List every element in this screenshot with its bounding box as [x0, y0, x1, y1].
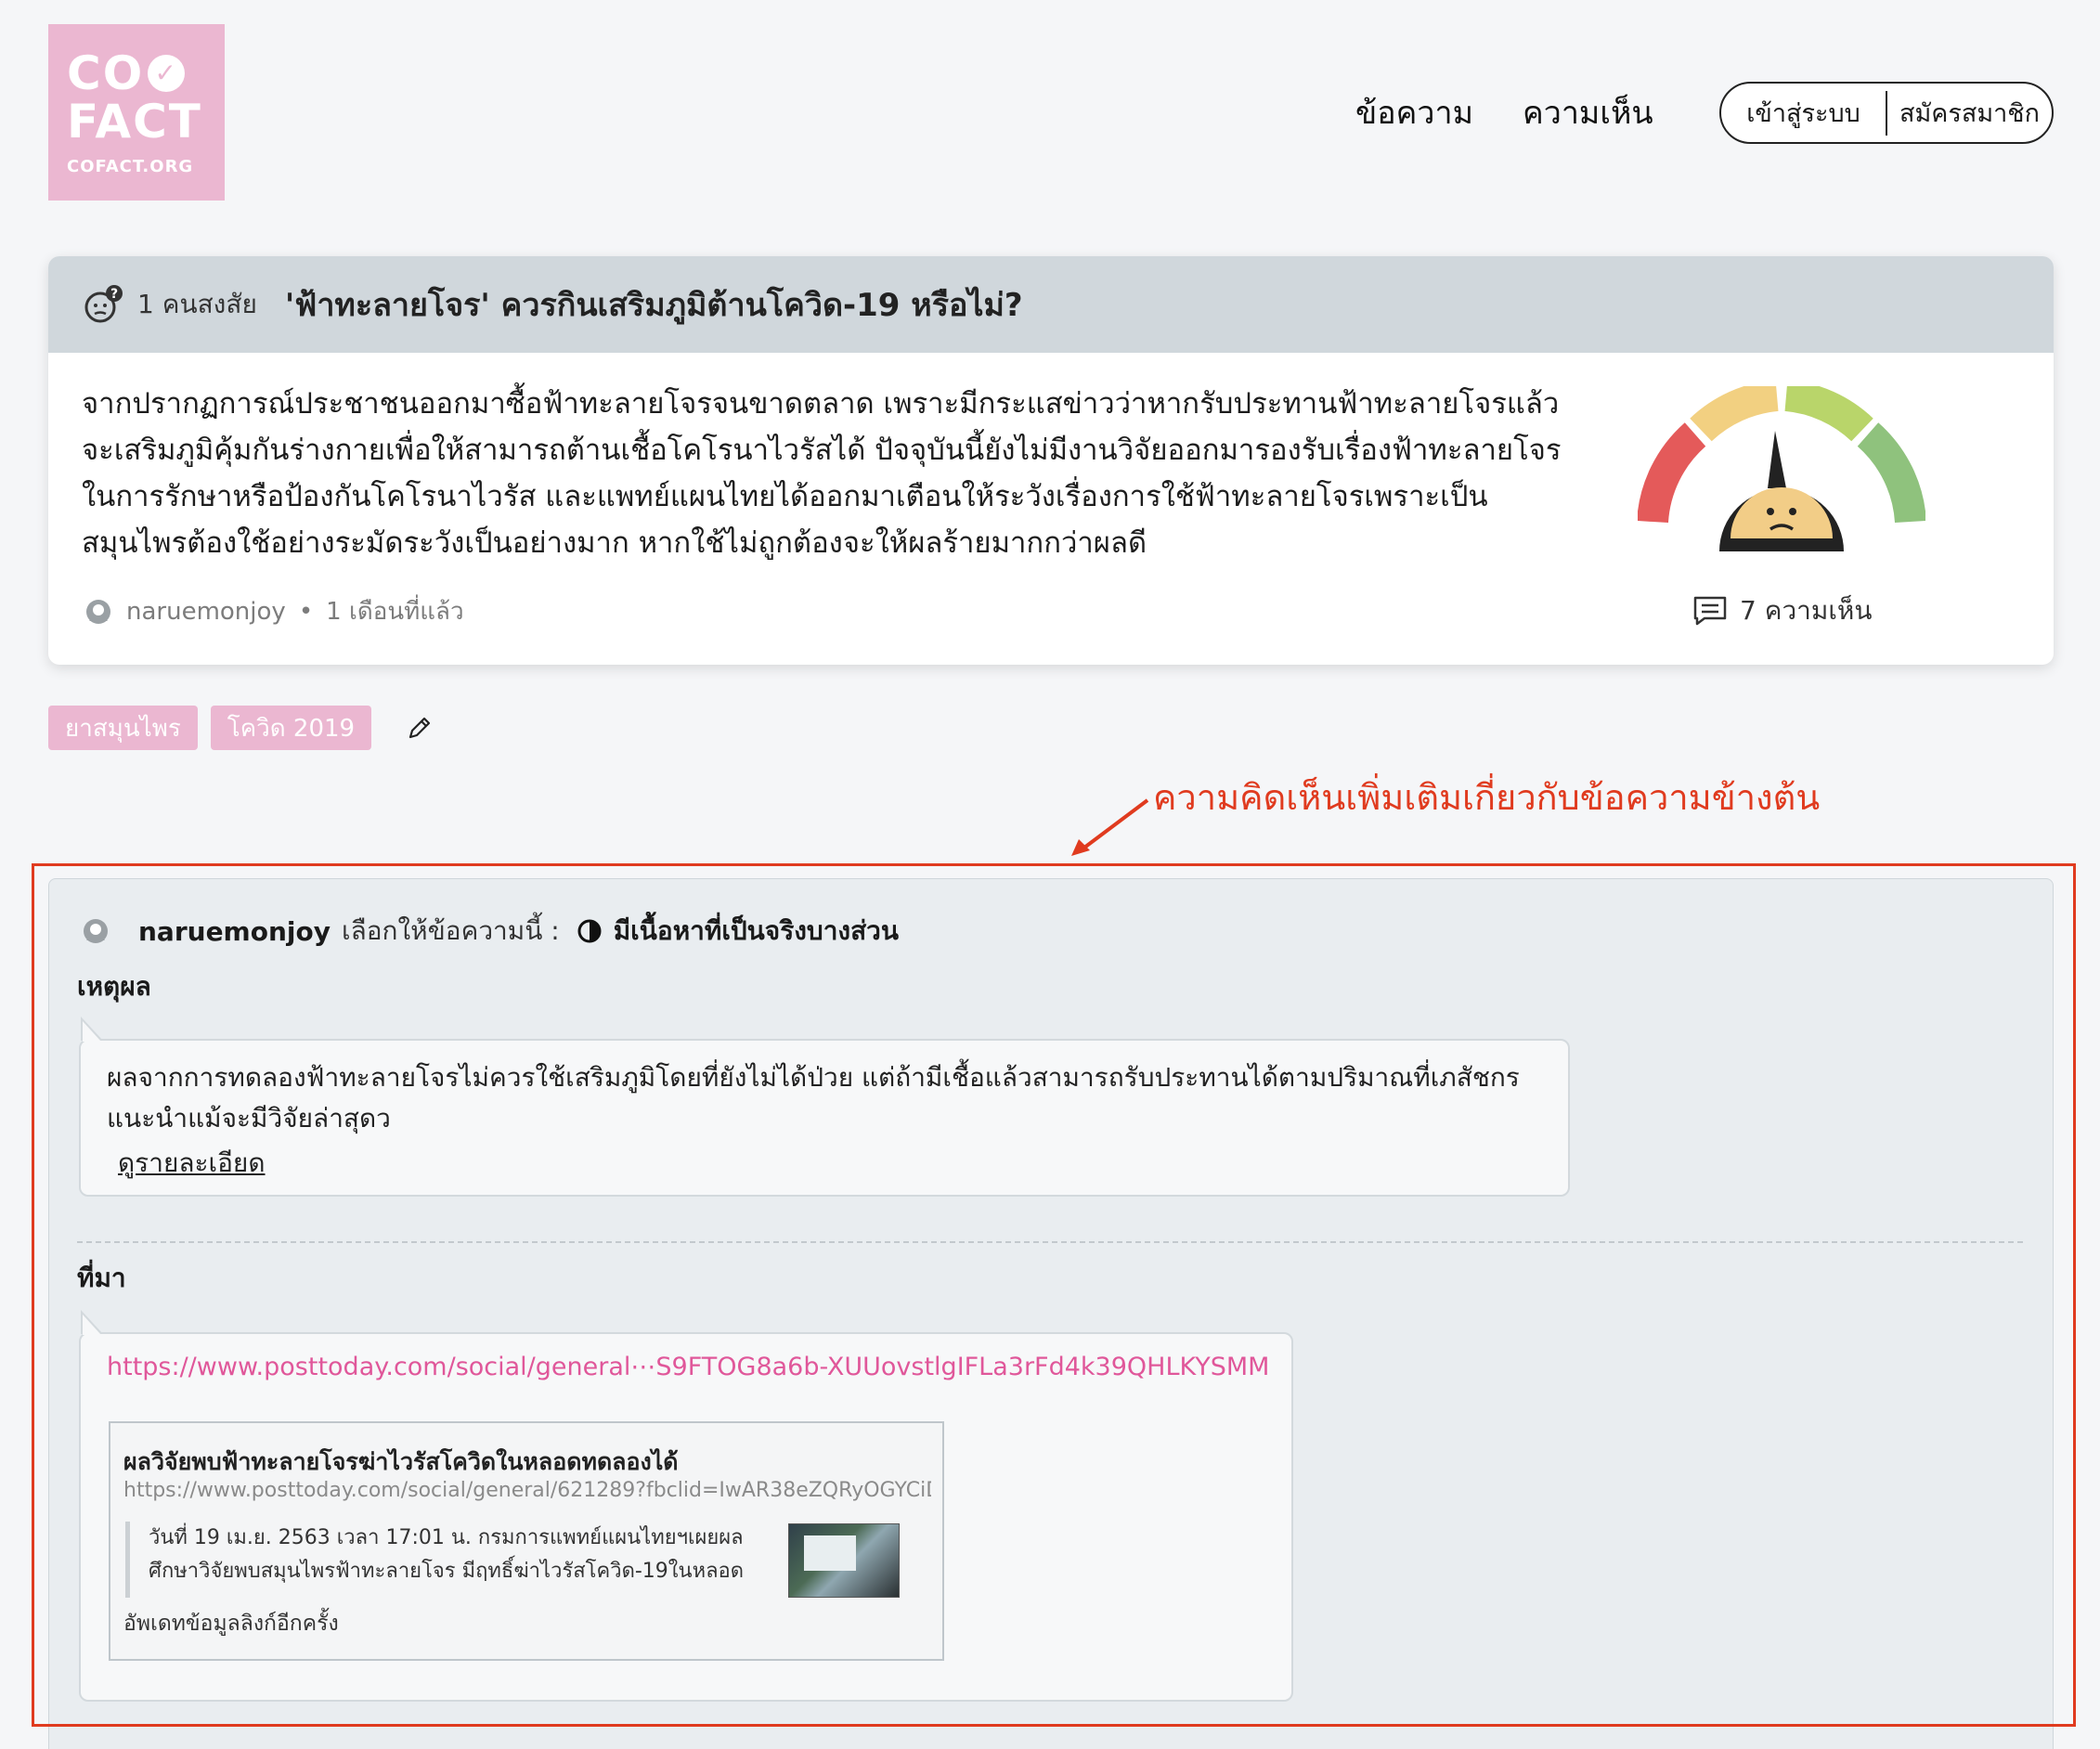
avatar-icon: [86, 599, 110, 624]
auth-group: เข้าสู่ระบบ สมัครสมาชิก: [1719, 82, 2054, 144]
article-header: ? 1 คนสงสัย 'ฟ้าทะลายโจร' ควรกินเสริมภูม…: [48, 256, 2054, 353]
logo-domain: COFACT.ORG: [67, 156, 194, 176]
meta-separator: •: [298, 597, 314, 626]
logo-line-1: CO ✓: [67, 49, 225, 97]
nav-messages[interactable]: ข้อความ: [1355, 82, 1473, 143]
comment-count-label: 7 ความเห็น: [1740, 595, 1873, 626]
author-name[interactable]: naruemonjoy: [126, 598, 286, 626]
annotation-highlight-box: [32, 863, 2076, 1727]
logo-fact: FACT: [67, 94, 202, 149]
article-card[interactable]: ? 1 คนสงสัย 'ฟ้าทะลายโจร' ควรกินเสริมภูม…: [48, 256, 2054, 665]
annotation-label: ความคิดเห็นเพิ่มเติมเกี่ยวกับข้อความข้าง…: [1153, 777, 1821, 818]
annotation-arrow-icon: [1071, 798, 1149, 856]
comment-icon: [1693, 596, 1727, 626]
doubt-count: 1 คนสงสัย: [137, 289, 257, 319]
nav-comments[interactable]: ความเห็น: [1523, 82, 1653, 143]
tag-herbal-medicine[interactable]: ยาสมุนไพร: [48, 706, 198, 750]
article-meta: naruemonjoy • 1 เดือนที่แล้ว: [85, 592, 464, 630]
edit-tags-pencil-icon[interactable]: [407, 715, 433, 741]
register-button[interactable]: สมัครสมาชิก: [1887, 93, 2052, 133]
article-body: จากปรากฏการณ์ประชาชนออกมาซื้อฟ้าทะลายโจร…: [82, 387, 1562, 560]
confused-face-icon: ?: [84, 285, 123, 323]
logo-co: CO: [67, 45, 145, 100]
truth-gauge-icon: [1638, 386, 1925, 551]
tag-covid-2019[interactable]: โควิด 2019: [210, 706, 372, 750]
cofact-logo[interactable]: CO ✓ FACT COFACT.ORG: [48, 24, 225, 201]
login-button[interactable]: เข้าสู่ระบบ: [1721, 93, 1886, 133]
check-icon: ✓: [148, 54, 186, 92]
comment-count[interactable]: 7 ความเห็น: [1693, 590, 1873, 631]
svg-text:?: ?: [110, 287, 118, 302]
tag-list: ยาสมุนไพร โควิด 2019: [48, 706, 433, 750]
post-time: 1 เดือนที่แล้ว: [326, 598, 464, 626]
article-title: 'ฟ้าทะลายโจร' ควรกินเสริมภูมิต้านโควิด-1…: [284, 287, 1023, 324]
